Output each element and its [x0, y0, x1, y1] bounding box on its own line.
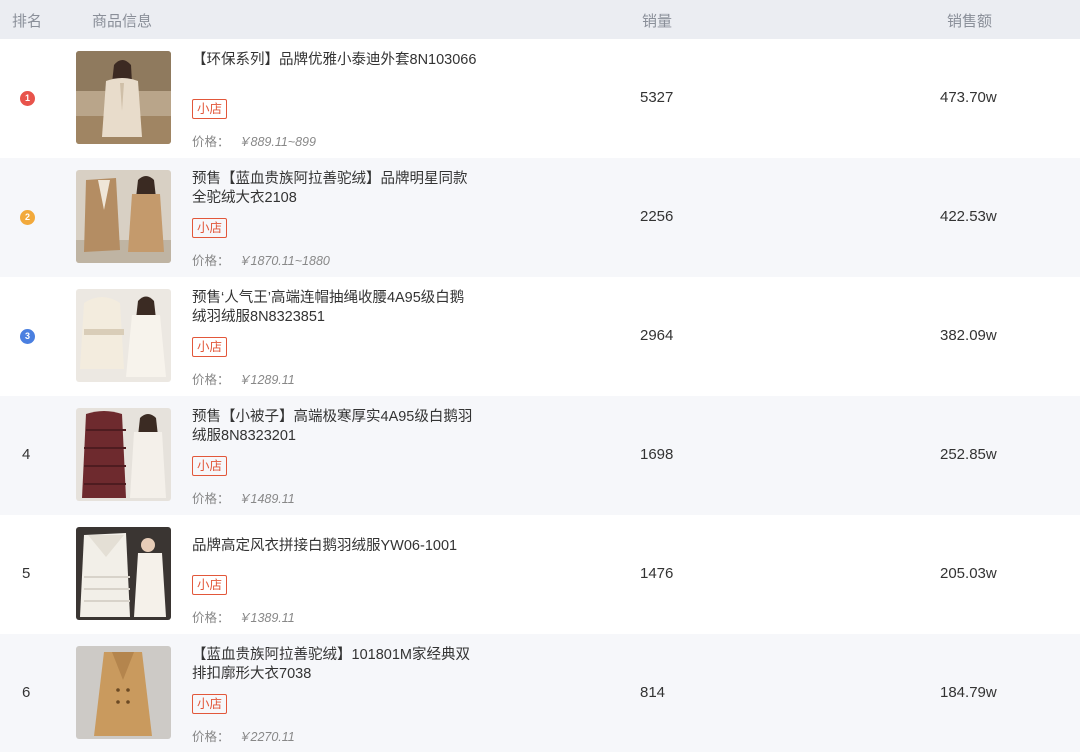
rank-medal-icon: 3	[20, 329, 35, 344]
revenue-value: 205.03w	[940, 565, 997, 582]
product-title[interactable]: 【环保系列】品牌优雅小泰迪外套8N103066	[192, 51, 477, 70]
table-row[interactable]: 1 【环保系列】品牌优雅小泰迪外套8N103066 小店 价格： ￥889.11…	[0, 39, 1080, 158]
price-value: ￥1389.11	[238, 611, 295, 625]
revenue-value: 184.79w	[940, 684, 997, 701]
product-title[interactable]: 预售【小被子】高端极寒厚实4A95级白鹅羽绒服8N8323201	[192, 408, 477, 446]
revenue-value: 422.53w	[940, 208, 997, 225]
product-image[interactable]	[76, 51, 171, 144]
revenue-value: 252.85w	[940, 446, 997, 463]
product-ranking-table: 排名 商品信息 销量 销售额 1 【环保系列】品牌优雅小泰迪外套8N103066…	[0, 0, 1080, 752]
table-row[interactable]: 6 【蓝血贵族阿拉善驼绒】101801M家经典双排扣廓形大衣7038 小店 价格…	[0, 634, 1080, 752]
table-row[interactable]: 4 预售【小被子】高端极寒厚实4A95级白鹅羽绒服8N8323201 小店 价格…	[0, 396, 1080, 515]
price-label: 价格：	[192, 254, 230, 268]
price-value: ￥1870.11~1880	[238, 254, 330, 268]
price-label: 价格：	[192, 492, 230, 506]
price-value: ￥2270.11	[238, 730, 295, 744]
rank-medal-icon: 2	[20, 210, 35, 225]
shop-badge: 小店	[192, 218, 228, 238]
product-title[interactable]: 预售【蓝血贵族阿拉善驼绒】品牌明星同款全驼绒大衣2108	[192, 170, 477, 208]
table-row[interactable]: 3 预售‘人气王’高端连帽抽绳收腰4A95级白鹅绒羽绒服8N8323851 小店…	[0, 277, 1080, 396]
shop-badge: 小店	[192, 456, 228, 476]
product-title[interactable]: 品牌高定风衣拼接白鹅羽绒服YW06-1001	[192, 537, 477, 556]
price-value: ￥1489.11	[238, 492, 295, 506]
price-label: 价格：	[192, 730, 230, 744]
table-row[interactable]: 5 品牌高定风衣拼接白鹅羽绒服YW06-1001 小店 价格： ￥1389.11…	[0, 515, 1080, 634]
rank-medal-icon: 1	[20, 91, 35, 106]
price-label: 价格：	[192, 373, 230, 387]
sales-value: 1698	[640, 446, 674, 463]
product-image[interactable]	[76, 527, 171, 620]
table-header: 排名 商品信息 销量 销售额	[0, 0, 1080, 39]
product-title[interactable]: 【蓝血贵族阿拉善驼绒】101801M家经典双排扣廓形大衣7038	[192, 646, 477, 684]
revenue-value: 473.70w	[940, 89, 997, 106]
sales-value: 1476	[640, 565, 674, 582]
sales-value: 814	[640, 684, 666, 701]
product-image[interactable]	[76, 289, 171, 382]
price-label: 价格：	[192, 135, 230, 149]
header-product-info[interactable]: 商品信息	[92, 10, 152, 31]
price-value: ￥1289.11	[238, 373, 295, 387]
shop-badge: 小店	[192, 575, 228, 595]
product-image[interactable]	[76, 646, 171, 739]
price-value: ￥889.11~899	[238, 135, 316, 149]
shop-badge: 小店	[192, 337, 228, 357]
product-image[interactable]	[76, 170, 171, 263]
rank-number: 6	[22, 684, 31, 701]
revenue-value: 382.09w	[940, 327, 997, 344]
rank-number: 5	[22, 565, 31, 582]
rank-number: 4	[22, 446, 31, 463]
sales-value: 2256	[640, 208, 674, 225]
product-image[interactable]	[76, 408, 171, 501]
product-title[interactable]: 预售‘人气王’高端连帽抽绳收腰4A95级白鹅绒羽绒服8N8323851	[192, 289, 477, 327]
header-revenue[interactable]: 销售额	[947, 10, 992, 31]
shop-badge: 小店	[192, 694, 228, 714]
header-sales[interactable]: 销量	[642, 10, 672, 31]
price-label: 价格：	[192, 611, 230, 625]
sales-value: 5327	[640, 89, 674, 106]
shop-badge: 小店	[192, 99, 228, 119]
header-rank[interactable]: 排名	[12, 10, 42, 31]
sales-value: 2964	[640, 327, 674, 344]
table-row[interactable]: 2 预售【蓝血贵族阿拉善驼绒】品牌明星同款全驼绒大衣2108 小店 价格： ￥1…	[0, 158, 1080, 277]
